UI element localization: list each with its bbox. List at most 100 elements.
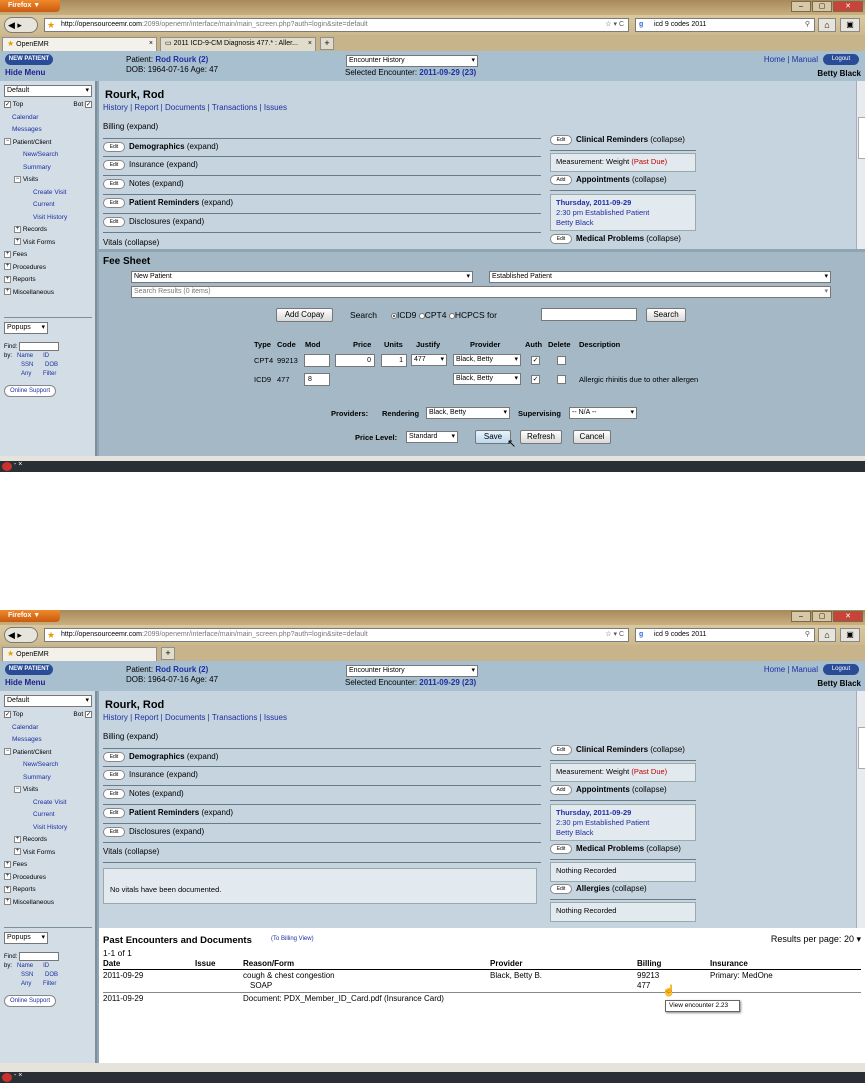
search-box[interactable]: g icd 9 codes 2011 ⚲ bbox=[635, 628, 815, 642]
bookmark-star-icon[interactable]: ★ bbox=[47, 629, 55, 641]
new-tab-button[interactable]: + bbox=[161, 647, 175, 660]
expand-icon[interactable]: + bbox=[4, 885, 11, 893]
patient-reminders-section[interactable]: Edit Patient Reminders (expand) bbox=[103, 805, 541, 824]
row2-provider-select[interactable]: Black, Betty bbox=[453, 373, 521, 385]
sidebar-item-summary[interactable]: Summary bbox=[4, 772, 96, 785]
sidebar-item-calendar[interactable]: Calendar bbox=[4, 722, 96, 735]
find-filter[interactable]: Filter bbox=[43, 981, 56, 987]
medical-problems-header[interactable]: Edit Medical Problems (collapse) bbox=[550, 232, 696, 249]
history-link[interactable]: History bbox=[103, 103, 128, 112]
maximize-button[interactable]: ▢ bbox=[812, 1, 832, 12]
insurance-section[interactable]: Edit Insurance (expand) bbox=[103, 157, 541, 176]
sidebar-item-visit-history[interactable]: Visit History bbox=[4, 822, 96, 835]
sidebar-item-miscellaneous[interactable]: Miscellaneous bbox=[13, 899, 54, 906]
insurance-section[interactable]: Edit Insurance (expand) bbox=[103, 767, 541, 786]
edit-button[interactable]: Edit bbox=[550, 883, 572, 894]
appointments-header[interactable]: Add Appointments (collapse) bbox=[550, 173, 696, 191]
minimize-button[interactable]: – bbox=[791, 1, 811, 12]
established-patient-select[interactable]: Established Patient bbox=[489, 271, 831, 283]
manual-link[interactable]: Manual bbox=[792, 665, 818, 674]
tab-openemr[interactable]: ★ OpenEMR bbox=[2, 647, 157, 661]
expand-icon[interactable]: + bbox=[4, 898, 11, 906]
table-row[interactable]: 2011-09-29 cough & chest congestion SOAP… bbox=[103, 971, 861, 993]
popups-select[interactable]: Popups bbox=[4, 932, 48, 944]
hide-menu-link[interactable]: Hide Menu bbox=[5, 68, 45, 77]
rendering-provider-select[interactable]: Black, Betty bbox=[426, 407, 510, 419]
find-by-name[interactable]: Name bbox=[17, 353, 33, 359]
sidebar-item-procedures[interactable]: Procedures bbox=[13, 264, 46, 271]
minimize-button[interactable]: – bbox=[791, 611, 811, 622]
encounter-history-select[interactable]: Encounter History bbox=[346, 665, 478, 677]
billing-view-link[interactable]: (To Billing View) bbox=[271, 936, 314, 942]
vitals-section[interactable]: Vitals (collapse) bbox=[103, 844, 541, 863]
history-link[interactable]: History bbox=[103, 713, 128, 722]
reload-icon[interactable]: ☆ ▾ C bbox=[605, 19, 624, 31]
edit-button[interactable]: Edit bbox=[550, 843, 572, 854]
edit-button[interactable]: Edit bbox=[103, 141, 125, 152]
demographics-section[interactable]: Edit Demographics (expand) bbox=[103, 748, 541, 767]
expand-icon[interactable]: + bbox=[4, 860, 11, 868]
find-filter[interactable]: Filter bbox=[43, 371, 56, 377]
search-results-select[interactable]: Search Results (0 items) bbox=[131, 286, 831, 298]
save-button[interactable]: Save bbox=[475, 430, 511, 444]
online-support-button[interactable]: Online Support bbox=[4, 995, 57, 1008]
close-tab-icon[interactable]: × bbox=[149, 38, 153, 50]
expand-icon[interactable]: + bbox=[4, 288, 11, 296]
sidebar-item-messages[interactable]: Messages bbox=[4, 124, 96, 137]
expand-icon[interactable]: + bbox=[4, 263, 11, 271]
transactions-link[interactable]: Transactions bbox=[212, 103, 258, 112]
logout-button[interactable]: Logout bbox=[823, 664, 859, 675]
report-link[interactable]: Report bbox=[134, 103, 158, 112]
notes-section[interactable]: Edit Notes (expand) bbox=[103, 786, 541, 805]
appointment-box[interactable]: Thursday, 2011-09-29 2:30 pm Established … bbox=[550, 804, 696, 841]
close-addon-bar-icon[interactable] bbox=[2, 1073, 12, 1082]
edit-button[interactable]: Edit bbox=[103, 826, 125, 837]
disclosures-section[interactable]: Edit Disclosures (expand) bbox=[103, 824, 541, 843]
sidebar-item-new-search[interactable]: New/Search bbox=[4, 149, 96, 162]
sidebar-item-patient-client[interactable]: Patient/Client bbox=[13, 749, 52, 756]
row2-auth-checkbox[interactable]: ✓ bbox=[531, 375, 540, 384]
results-per-page-select[interactable]: 20 bbox=[844, 934, 854, 944]
sidebar-item-create-visit[interactable]: Create Visit bbox=[4, 797, 96, 810]
row2-mod-input[interactable]: 8 bbox=[304, 373, 330, 386]
edit-button[interactable]: Edit bbox=[550, 744, 572, 755]
edit-button[interactable]: Edit bbox=[103, 178, 125, 189]
appointment-box[interactable]: Thursday, 2011-09-29 2:30 pm Established … bbox=[550, 194, 696, 231]
patient-name-link[interactable]: Rod Rourk (2) bbox=[155, 665, 208, 674]
find-by-id[interactable]: ID bbox=[43, 353, 49, 359]
patient-name-link[interactable]: Rod Rourk (2) bbox=[155, 55, 208, 64]
firefox-menu-button[interactable]: Firefox ▼ bbox=[0, 0, 60, 12]
row1-auth-checkbox[interactable]: ✓ bbox=[531, 356, 540, 365]
allergies-header[interactable]: Edit Allergies (collapse) bbox=[550, 882, 696, 900]
url-bar[interactable]: ★ http://opensourceemr.com:2099/openemr/i… bbox=[44, 628, 629, 642]
sidebar-item-visits[interactable]: Visits bbox=[23, 176, 38, 183]
expand-icon[interactable]: + bbox=[14, 848, 21, 856]
maximize-button[interactable]: ▢ bbox=[812, 611, 832, 622]
row2-delete-checkbox[interactable] bbox=[557, 375, 566, 384]
sidebar-item-miscellaneous[interactable]: Miscellaneous bbox=[13, 289, 54, 296]
medical-problems-header[interactable]: Edit Medical Problems (collapse) bbox=[550, 842, 696, 860]
sidebar-item-fees[interactable]: Fees bbox=[13, 251, 27, 258]
sidebar-item-messages[interactable]: Messages bbox=[4, 734, 96, 747]
row1-price-input[interactable]: 0 bbox=[335, 354, 375, 367]
find-by-id[interactable]: ID bbox=[43, 963, 49, 969]
documents-link[interactable]: Documents bbox=[165, 103, 205, 112]
edit-button[interactable]: Edit bbox=[103, 769, 125, 780]
manual-link[interactable]: Manual bbox=[792, 55, 818, 64]
sidebar-item-patient-client[interactable]: Patient/Client bbox=[13, 139, 52, 146]
search-button[interactable]: Search bbox=[646, 308, 686, 322]
row1-delete-checkbox[interactable] bbox=[557, 356, 566, 365]
close-x-icon[interactable]: - × bbox=[14, 461, 22, 468]
close-addon-bar-icon[interactable] bbox=[2, 462, 12, 471]
expand-icon[interactable]: + bbox=[14, 225, 21, 233]
sidebar-item-visits[interactable]: Visits bbox=[23, 786, 38, 793]
find-input[interactable] bbox=[19, 342, 60, 351]
sidebar-item-create-visit[interactable]: Create Visit bbox=[4, 187, 96, 200]
sidebar-item-visit-forms[interactable]: Visit Forms bbox=[23, 239, 55, 246]
extension-icon[interactable]: ▣ bbox=[840, 628, 860, 642]
new-patient-button[interactable]: NEW PATIENT bbox=[5, 664, 53, 675]
edit-button[interactable]: Edit bbox=[103, 807, 125, 818]
selected-encounter-link[interactable]: 2011-09-29 (23) bbox=[419, 678, 476, 687]
back-forward-buttons[interactable]: ◀ ▸ bbox=[4, 17, 38, 33]
find-by-dob[interactable]: DOB bbox=[45, 362, 58, 368]
